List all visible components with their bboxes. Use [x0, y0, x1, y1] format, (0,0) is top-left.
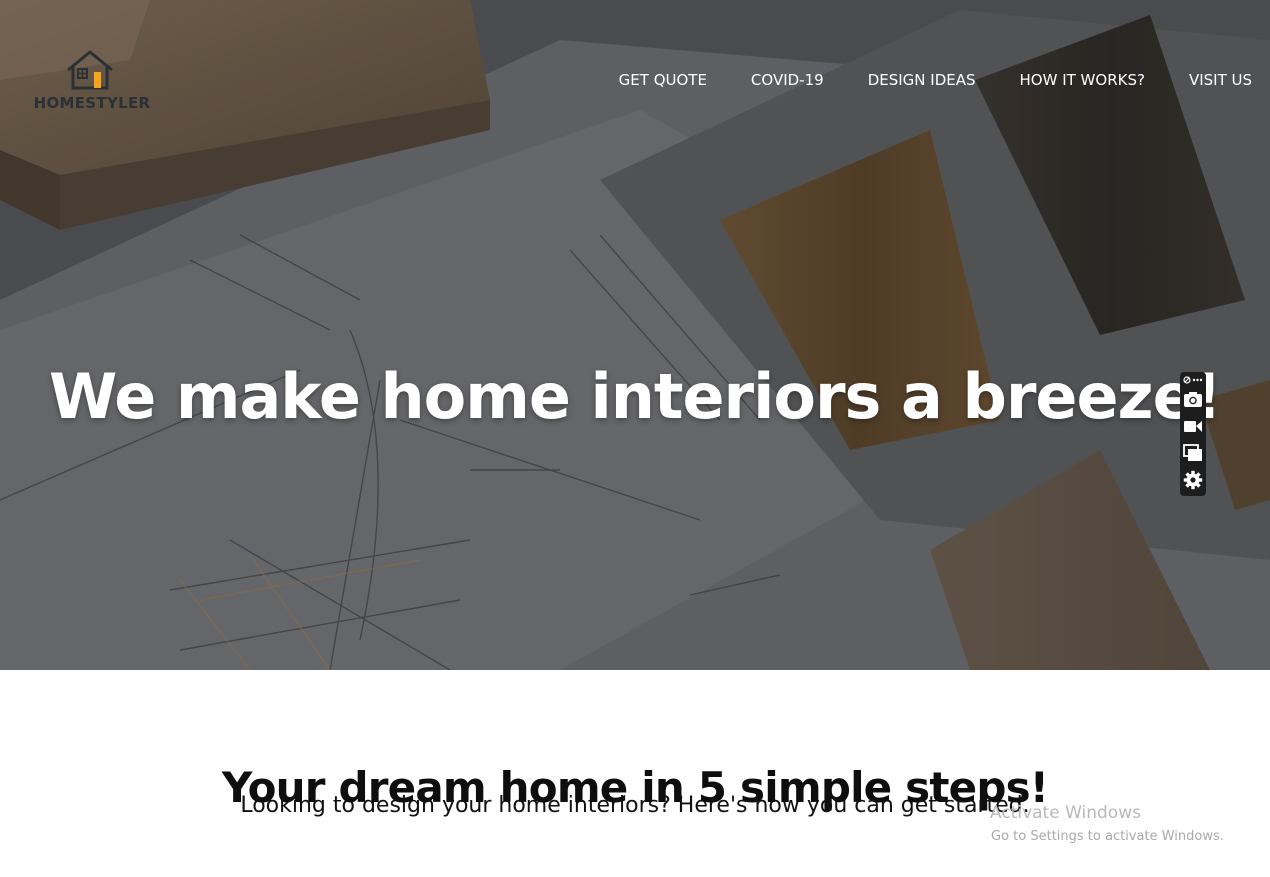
more-icon[interactable]: [1183, 374, 1203, 386]
activate-windows-title: Activate Windows: [990, 803, 1141, 823]
video-icon[interactable]: [1183, 416, 1203, 436]
activate-windows-subtitle: Go to Settings to activate Windows.: [991, 829, 1224, 844]
main-nav: GET QUOTE COVID-19 DESIGN IDEAS HOW IT W…: [575, 70, 1252, 90]
nav-how-it-works[interactable]: HOW IT WORKS?: [1020, 70, 1145, 90]
nav-design-ideas[interactable]: DESIGN IDEAS: [868, 70, 976, 90]
hero-section: HOMESTYLER GET QUOTE COVID-19 DESIGN IDE…: [0, 0, 1270, 670]
nav-covid-19[interactable]: COVID-19: [751, 70, 824, 90]
hero-headline: We make home interiors a breeze!: [49, 359, 1222, 433]
screens-icon[interactable]: [1183, 443, 1203, 463]
hero-background-image: [0, 0, 1270, 670]
nav-visit-us[interactable]: VISIT US: [1189, 70, 1252, 90]
brand-name: HOMESTYLER: [33, 94, 151, 112]
nav-get-quote[interactable]: GET QUOTE: [619, 70, 707, 90]
camera-icon[interactable]: [1183, 389, 1203, 409]
homestyler-logo[interactable]: HOMESTYLER: [30, 50, 154, 118]
gear-icon[interactable]: [1183, 470, 1203, 490]
floating-capture-toolbar: [1180, 372, 1206, 496]
house-logo-icon: [67, 50, 113, 90]
